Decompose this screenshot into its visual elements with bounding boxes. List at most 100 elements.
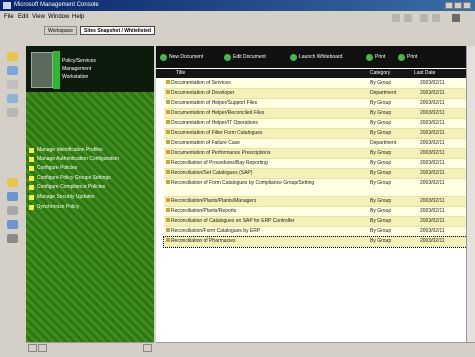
home-icon[interactable] [432,14,440,22]
cell-date: 2003/02/11 [420,150,445,156]
nav-horizontal-scrollbar[interactable] [26,342,154,353]
computer-icon[interactable] [7,66,18,75]
table-row[interactable]: Documentation of Services By Group 2003/02… [164,79,471,89]
cell-category: By Group [370,130,392,136]
cell-title: Reconciliation/Form Catalogues by ERP [166,228,366,234]
tools-icon[interactable] [7,234,18,243]
column-header-title[interactable]: Title [176,70,185,76]
table-row[interactable]: Reconciliation of Pharmacies By Group 2003… [163,236,472,248]
document-icon [166,150,170,154]
table-row[interactable]: Documentation of Filter Form Catalogues B… [164,129,471,139]
table-row[interactable]: Reconciliation of Catalogues on SAP for … [164,217,471,227]
scroll-end-icon[interactable] [143,344,152,352]
print-button[interactable]: Print [366,52,385,62]
nav-item-label: Manage Security Updates [37,194,95,200]
menu-bar: File Edit View Window Help [0,12,475,24]
menu-help[interactable]: Help [72,14,84,20]
settings-icon[interactable] [7,206,18,215]
button-label: Print [375,54,386,60]
folder-icon[interactable] [7,52,18,61]
back-icon[interactable] [392,14,400,22]
cell-title-text: Reconciliation/Plants/Reports [171,208,237,214]
table-row[interactable]: Reconciliation/Plants/Plants/Managers By … [164,197,471,207]
minimize-button[interactable] [445,2,453,9]
table-row[interactable]: Documentation of Helper/Reconciled Files… [164,109,471,119]
cell-title-text: Documentation of Services [171,80,231,86]
refresh-icon[interactable] [420,14,428,22]
document-icon [166,198,170,202]
column-header-category[interactable]: Category [370,70,390,76]
table-row[interactable]: Reconciliation of Form Catalogues by Com… [164,179,471,197]
cell-title-text: Documentation of Developer [171,90,235,96]
bullet-icon [29,147,34,153]
mail-icon[interactable] [7,192,18,201]
cell-title-text: Documentation of Performance Prescriptio… [171,150,271,156]
cell-title-text: Documentation of Filter Form Catalogues [171,130,263,136]
globe-icon[interactable] [7,220,18,229]
nav-item-compliance[interactable]: Configure Compliance Policies [29,183,105,191]
table-row[interactable]: Reconciliation/Form Catalogues by ERP By … [164,227,471,237]
column-header-date[interactable]: Last Date [414,70,435,76]
table-row[interactable]: Documentation of Developer Department 2003… [164,89,471,99]
nav-item-identification[interactable]: Manage Identification Profiles [29,146,103,154]
help-icon[interactable] [452,14,460,22]
cell-title-text: Documentation of Helper/Reconciled Files [171,110,265,116]
tab-sites-snapshot[interactable]: Sites Snapshot / Whitelisted [80,26,155,35]
button-label: Edit Document [233,54,266,60]
table-row[interactable]: Documentation of Performance Prescriptio… [164,149,471,159]
cell-title-text: Reconciliation/Form Catalogues by ERP [171,228,261,234]
cell-category: By Group [370,198,392,204]
nav-item-label: Configure Policies [37,165,78,171]
network-icon[interactable] [7,80,18,89]
cell-date: 2003/02/11 [420,228,445,234]
close-button[interactable] [463,2,471,9]
launch-whiteboard-button[interactable]: Launch Whiteboard [290,52,342,62]
menu-view[interactable]: View [32,14,45,20]
edit-document-button[interactable]: Edit Document [224,52,266,62]
document-icon [166,228,170,232]
document-icon [166,170,170,174]
cell-category: By Group [370,238,392,244]
forward-icon[interactable] [404,14,412,22]
cell-title: Reconciliation of Form Catalogues by Com… [166,180,366,186]
nav-item-synchronize[interactable]: Synchronize Policy [29,203,79,211]
cell-title: Documentation of Helper/IT Operations [166,120,366,126]
maximize-button[interactable] [454,2,462,9]
table-row[interactable]: Documentation of Helper/IT Operations By … [164,119,471,129]
cell-date: 2003/02/11 [420,160,445,166]
table-row[interactable]: Reconciliation/Plants/Reports By Group 200… [164,207,471,217]
nav-item-policy-groups[interactable]: Configure Policy Groups Settings [29,174,111,182]
left-icon-rail [0,46,27,342]
nav-item-authentication[interactable]: Manage Authentication Configuration [29,155,119,163]
main-vertical-scrollbar[interactable] [466,46,475,342]
cell-date: 2003/02/11 [420,218,445,224]
main-horizontal-scrollbar[interactable] [156,342,475,353]
new-document-button[interactable]: New Document [160,52,203,62]
cell-category: By Group [370,100,392,106]
table-row[interactable]: Reconciliation/Set Catalogues (SAP) By Gr… [164,169,471,179]
cell-title-text: Reconciliation of Catalogues on SAP for … [171,218,295,224]
documents-icon[interactable] [7,178,18,187]
printer-icon[interactable] [7,108,18,117]
cell-title-text: Reconciliation of Pharmacies [171,238,236,244]
table-row[interactable]: Documentation of Helper/Support Files By … [164,99,471,109]
cell-title-text: Documentation of Failure Case [171,140,240,146]
cell-title: Reconciliation/Plants/Plants/Managers [166,198,366,204]
nav-item-policies[interactable]: Configure Policies [29,164,77,172]
cell-date: 2003/02/11 [420,208,445,214]
menu-edit[interactable]: Edit [18,14,28,20]
menu-file[interactable]: File [4,14,14,20]
table-row[interactable]: Documentation of Failure Case Department 2… [164,139,471,149]
table-row[interactable]: Reconciliation of Procedures/Bay Reporti… [164,159,471,169]
scroll-left-icon[interactable] [28,344,37,352]
nav-item-security-updates[interactable]: Manage Security Updates [29,193,95,201]
logo-stripe [53,51,60,89]
menu-window[interactable]: Window [48,14,69,20]
document-icon [166,80,170,84]
users-icon[interactable] [7,94,18,103]
print-all-button[interactable]: Print [398,52,417,62]
scroll-right-icon[interactable] [38,344,47,352]
document-icon [166,160,170,164]
tab-workspace[interactable]: Workspace [44,26,77,35]
bullet-icon [29,156,34,162]
